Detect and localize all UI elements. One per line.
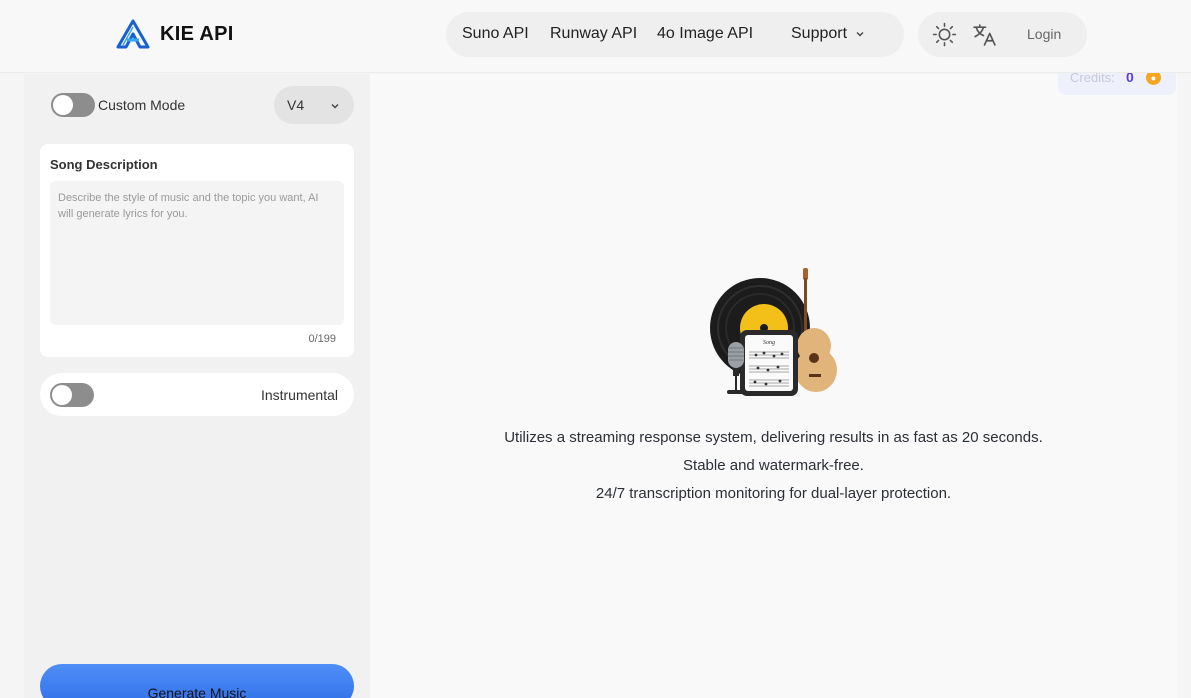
header-tools: Login	[918, 12, 1087, 57]
brand-name: KIE API	[160, 22, 234, 45]
generate-music-button[interactable]: Generate Music	[40, 664, 354, 698]
chevron-down-icon	[856, 31, 864, 37]
song-description-title: Song Description	[50, 157, 158, 172]
nav-support-label: Support	[791, 25, 848, 42]
sun-icon[interactable]	[932, 22, 957, 47]
login-link[interactable]: Login	[1027, 26, 1061, 42]
main-content: Song Utilizes a streaming response syste…	[370, 74, 1177, 698]
toggle-knob	[53, 95, 73, 115]
version-value: V4	[287, 97, 305, 113]
song-sheet-title: Song	[763, 340, 775, 346]
music-illustration: Song	[710, 268, 837, 396]
version-select[interactable]: V4	[274, 86, 354, 124]
feature-message-1: Utilizes a streaming response system, de…	[504, 429, 1043, 446]
main-nav: Suno API Runway API 4o Image API Support	[446, 12, 904, 57]
song-description-input[interactable]	[50, 181, 344, 325]
song-description-card: Song Description 0/199	[40, 144, 354, 357]
translate-icon[interactable]	[972, 22, 997, 47]
instrumental-row: Instrumental	[40, 373, 354, 416]
brand-logo[interactable]: KIE API	[114, 19, 234, 49]
custom-mode-label: Custom Mode	[98, 97, 186, 113]
character-counter: 0/199	[308, 333, 336, 345]
toggle-knob	[52, 385, 72, 405]
nav-runway-api[interactable]: Runway API	[550, 25, 637, 43]
nav-suno-api[interactable]: Suno API	[462, 25, 529, 43]
kie-logo-icon	[116, 19, 150, 49]
nav-support[interactable]: Support	[791, 25, 865, 43]
custom-mode-toggle[interactable]	[51, 93, 95, 117]
feature-message-2: Stable and watermark-free.	[683, 457, 864, 474]
feature-message-3: 24/7 transcription monitoring for dual-l…	[595, 485, 952, 502]
top-header: KIE API Suno API Runway API 4o Image API…	[0, 0, 1191, 73]
nav-4o-image-api[interactable]: 4o Image API	[657, 25, 753, 43]
instrumental-label: Instrumental	[260, 387, 338, 403]
chevron-down-icon	[331, 104, 339, 109]
left-panel: Custom Mode V4 Song Description 0/199 In…	[24, 74, 370, 698]
instrumental-toggle[interactable]	[50, 383, 94, 407]
